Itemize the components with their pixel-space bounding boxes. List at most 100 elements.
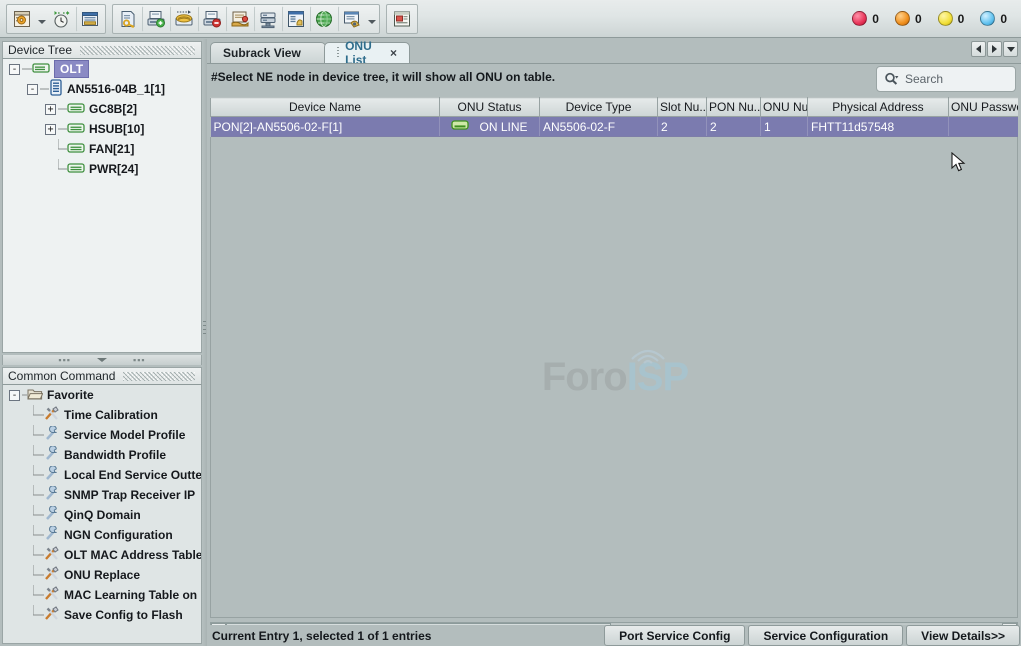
cmd-local-end-service[interactable]: Local End Service Outter xyxy=(3,465,201,485)
node-gc8b-label: GC8B[2] xyxy=(89,102,137,116)
device-tree-panel: Device Tree - OLT xyxy=(2,41,202,353)
cmd-ngn-config[interactable]: NGN Configuration xyxy=(3,525,201,545)
window-layout-icon[interactable] xyxy=(388,6,416,32)
node-gc8b[interactable]: + GC8B[2] xyxy=(3,99,201,119)
onu-list-panel: #Select NE node in device tree, it will … xyxy=(207,63,1021,624)
cmd-service-model-label: Service Model Profile xyxy=(64,428,185,442)
time-sync-icon[interactable] xyxy=(48,6,76,32)
sidebar-splitter-grip xyxy=(203,321,206,335)
cmd-bandwidth-profile[interactable]: Bandwidth Profile xyxy=(3,445,201,465)
search-input[interactable] xyxy=(903,71,1021,87)
cell-physical-address: FHTT11d57548 xyxy=(808,117,949,137)
subrack-icon[interactable] xyxy=(254,6,282,32)
cmd-olt-mac-table-label: OLT MAC Address Table xyxy=(64,548,202,562)
common-command-drag-grip[interactable] xyxy=(123,372,195,381)
cmd-qinq-domain-label: QinQ Domain xyxy=(64,508,141,522)
toolbar-group-window xyxy=(386,4,418,34)
tab-prev-button[interactable] xyxy=(971,41,986,57)
alarm-critical[interactable]: 0 xyxy=(852,11,879,26)
view-details-button[interactable]: View Details>> xyxy=(906,625,1020,646)
left-sidebar: Device Tree - OLT xyxy=(0,39,206,646)
port-service-config-button[interactable]: Port Service Config xyxy=(604,625,745,646)
tab-onu-list[interactable]: ONU List × xyxy=(324,42,410,63)
tab-subrack-view[interactable]: Subrack View xyxy=(210,42,326,63)
hsub-expand-toggle[interactable]: + xyxy=(45,124,56,135)
col-onu-password[interactable]: ONU Password xyxy=(949,98,1019,117)
wrench-icon xyxy=(44,526,60,545)
add-device-icon[interactable] xyxy=(142,6,170,32)
cmd-mac-learning-label: MAC Learning Table on P xyxy=(64,588,202,602)
cmd-olt-mac-table[interactable]: OLT MAC Address Table xyxy=(3,545,201,565)
alarm-warning[interactable]: 0 xyxy=(980,11,1007,26)
tree-line xyxy=(33,525,44,545)
node-fan[interactable]: FAN[21] xyxy=(3,139,201,159)
rack-icon xyxy=(32,62,50,77)
search-box[interactable] xyxy=(876,66,1016,92)
onu-list-icon[interactable] xyxy=(76,6,104,32)
cmd-snmp-trap-label: SNMP Trap Receiver IP xyxy=(64,488,195,502)
pwr-toggle-placeholder xyxy=(45,164,56,175)
cmd-qinq-domain[interactable]: QinQ Domain xyxy=(3,505,201,525)
tab-next-button[interactable] xyxy=(987,41,1002,57)
discover-device-icon[interactable] xyxy=(170,6,198,32)
card-config-icon[interactable] xyxy=(226,6,254,32)
card-icon xyxy=(67,142,85,157)
cmd-mac-learning[interactable]: MAC Learning Table on P xyxy=(3,585,201,605)
tree-line xyxy=(33,405,44,425)
node-hsub[interactable]: + HSUB[10] xyxy=(3,119,201,139)
favorite-folder[interactable]: - Favorite xyxy=(3,385,201,405)
favorite-expand-toggle[interactable]: - xyxy=(9,390,20,401)
remove-device-icon[interactable] xyxy=(198,6,226,32)
col-onu-status[interactable]: ONU Status xyxy=(440,98,540,117)
panel-splitter[interactable]: ▪▪▪ ▪▪▪ xyxy=(2,355,202,365)
report-dropdown-arrow[interactable] xyxy=(366,6,378,32)
node-pwr[interactable]: PWR[24] xyxy=(3,159,201,179)
onu-table-wrapper: Device Name ONU Status Device Type Slot … xyxy=(210,97,1018,618)
tab-drag-grip[interactable] xyxy=(337,47,339,59)
alarm-major[interactable]: 0 xyxy=(895,11,922,26)
tab-list-button[interactable] xyxy=(1003,41,1018,57)
device-tree-title: Device Tree xyxy=(8,43,72,57)
cmd-service-model[interactable]: Service Model Profile xyxy=(3,425,201,445)
col-device-type[interactable]: Device Type xyxy=(540,98,658,117)
report-icon[interactable] xyxy=(338,6,366,32)
col-onu-number[interactable]: ONU Nu... xyxy=(761,98,808,117)
common-command-body: - Favorite Time Calibratio xyxy=(2,385,202,644)
network-globe-icon[interactable] xyxy=(310,6,338,32)
auth-key-icon[interactable] xyxy=(114,6,142,32)
gc8b-expand-toggle[interactable]: + xyxy=(45,104,56,115)
alarm-minor[interactable]: 0 xyxy=(938,11,965,26)
alarm-major-dot xyxy=(895,11,910,26)
tree-line xyxy=(33,585,44,605)
cmd-save-config[interactable]: Save Config to Flash xyxy=(3,605,201,625)
olt-expand-toggle[interactable]: - xyxy=(9,64,20,75)
next-arrow-icon xyxy=(992,45,997,53)
col-device-name[interactable]: Device Name xyxy=(211,98,440,117)
tree-line-gc8b xyxy=(58,99,67,119)
col-physical-address[interactable]: Physical Address xyxy=(808,98,949,117)
table-row[interactable]: PON[2]-AN5506-02-F[1] ON xyxy=(211,117,1019,137)
node-olt[interactable]: - OLT xyxy=(3,59,201,79)
splitter-collapse-arrow[interactable] xyxy=(97,358,107,362)
ne-manager-dropdown-arrow[interactable] xyxy=(36,6,48,32)
node-an5516[interactable]: - AN5516-04B_1[1] xyxy=(3,79,201,99)
col-pon-number[interactable]: PON Nu... xyxy=(707,98,761,117)
tree-line-hsub xyxy=(58,119,67,139)
cell-onu-password xyxy=(949,117,1019,137)
resource-icon[interactable] xyxy=(282,6,310,32)
close-icon[interactable]: × xyxy=(390,46,397,60)
ne-manager-icon[interactable] xyxy=(8,6,36,32)
toolbar-group-view xyxy=(6,4,106,34)
an5516-expand-toggle[interactable]: - xyxy=(27,84,38,95)
cmd-snmp-trap[interactable]: SNMP Trap Receiver IP xyxy=(3,485,201,505)
service-configuration-button[interactable]: Service Configuration xyxy=(748,625,903,646)
cmd-onu-replace[interactable]: ONU Replace xyxy=(3,565,201,585)
wrench-icon xyxy=(44,506,60,525)
tree-line xyxy=(33,485,44,505)
search-icon[interactable] xyxy=(884,72,899,86)
device-tree-drag-grip[interactable] xyxy=(80,46,195,55)
wrench-icon xyxy=(44,446,60,465)
col-slot-number[interactable]: Slot Nu... xyxy=(658,98,707,117)
tree-line xyxy=(33,425,44,445)
cmd-time-calibration[interactable]: Time Calibration xyxy=(3,405,201,425)
